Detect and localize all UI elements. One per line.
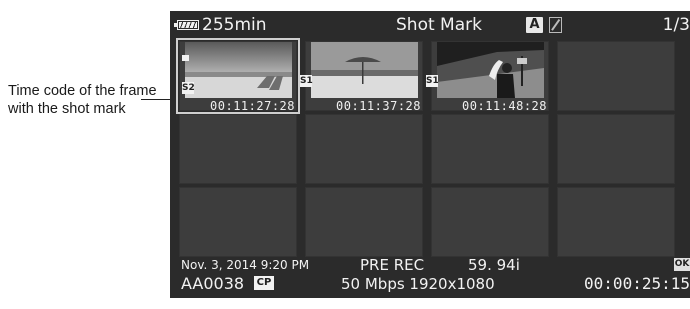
shot-mark-badge: S1 — [300, 75, 313, 87]
clip-name: AA0038 — [181, 274, 245, 293]
empty-thumbnail-slot — [305, 187, 423, 257]
thumbnail-image-umbrella — [311, 42, 418, 98]
thumbnail-image-surfer — [437, 42, 544, 98]
mode-indicator: A — [526, 17, 543, 33]
bottom-info-bar: Nov. 3, 2014 9:20 PM AA0038 CP PRE REC 5… — [170, 255, 690, 298]
prerec-indicator: PRE REC — [360, 256, 425, 274]
empty-thumbnail-slot — [431, 114, 549, 184]
empty-thumbnail-slot — [179, 114, 297, 184]
thumbnail-timecode: 00:11:48:28 — [462, 99, 547, 113]
empty-thumbnail-slot — [557, 187, 675, 257]
thumbnail-3[interactable]: S1 00:11:48:28 — [426, 41, 549, 113]
battery-remaining: 255min — [202, 15, 267, 35]
thumbnail-1[interactable]: S2 00:11:27:28 — [176, 38, 300, 114]
screen-title: Shot Mark — [396, 15, 482, 35]
camera-screen: 255min Shot Mark A 1/3 S2 00:11:27:28 S1… — [170, 11, 690, 298]
ok-mark-icon: OK — [674, 258, 690, 271]
thumbnail-timecode: 00:11:37:28 — [336, 99, 421, 113]
shot-mark-flag-icon — [182, 55, 189, 61]
top-status-bar: 255min Shot Mark A 1/3 — [170, 11, 690, 39]
frame-rate: 59. 94i — [468, 256, 520, 274]
empty-thumbnail-slot — [431, 187, 549, 257]
battery-icon — [174, 20, 199, 30]
empty-thumbnail-slot — [557, 114, 675, 184]
thumbnail-timecode: 00:11:27:28 — [210, 99, 295, 113]
empty-thumbnail-slot — [557, 41, 675, 111]
memory-card-icon — [549, 17, 562, 33]
shot-mark-badge: S1 — [426, 75, 439, 87]
shot-mark-badge: S2 — [182, 82, 195, 94]
thumbnail-2[interactable]: S1 00:11:37:28 — [300, 41, 423, 113]
timecode-callout: Time code of the frame with the shot mar… — [8, 83, 157, 117]
video-format: 50 Mbps 1920x1080 — [341, 275, 495, 293]
recording-date: Nov. 3, 2014 9:20 PM — [181, 258, 310, 272]
clip-duration: 00:00:25:15 — [584, 274, 690, 293]
cp-badge: CP — [254, 276, 274, 290]
thumbnail-image-beach-chairs — [185, 42, 292, 98]
empty-thumbnail-slot — [305, 114, 423, 184]
page-indicator: 1/3 — [662, 15, 690, 35]
empty-thumbnail-slot — [179, 187, 297, 257]
